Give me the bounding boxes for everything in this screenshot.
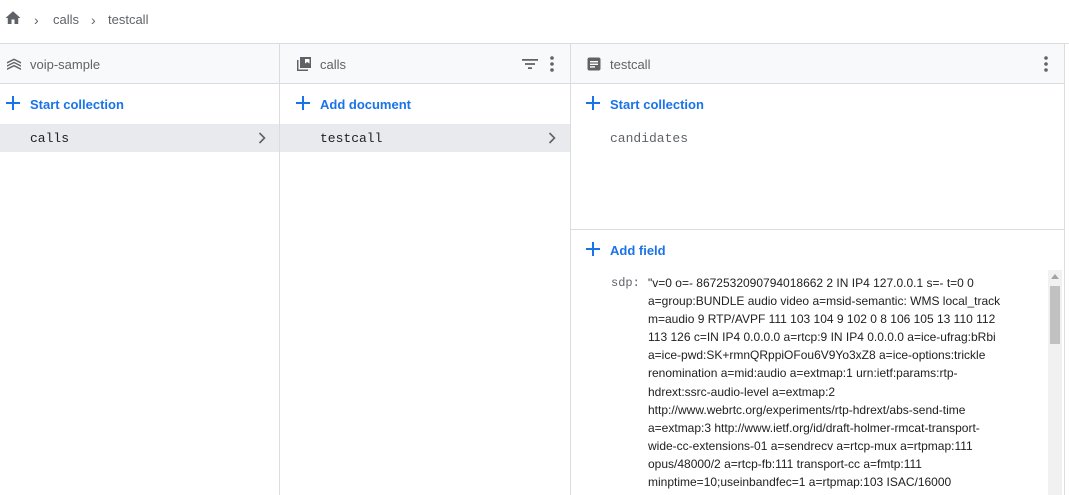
scrollbar-thumb[interactable] [1050,286,1060,344]
document-panel: testcall Start collection candidates Add… [571,44,1065,495]
field-value-line: opus/48000/2 a=rtcp-fb:111 transport-cc … [648,456,922,471]
add-field-button[interactable]: Add field [571,230,1064,270]
vertical-scrollbar[interactable] [1048,270,1062,495]
breadcrumb-item-testcall[interactable]: testcall [108,12,148,27]
chevron-right-icon [258,132,266,144]
chevron-right-icon [548,132,556,144]
list-item-calls[interactable]: calls [0,124,279,152]
subcollection-label: candidates [610,131,689,146]
collection-panel-header: calls [280,44,570,84]
plus-icon [586,242,600,256]
field-value-line: 113 126 c=IN IP4 0.0.0.0 a=rtcp:9 IN IP4… [648,330,996,345]
start-collection-button[interactable]: Start collection [571,84,1064,124]
breadcrumb-item-calls[interactable]: calls [53,12,79,27]
plus-icon [296,96,310,110]
list-item-label: calls [30,131,70,146]
field-value-line: minptime=10;useinbandfec=1 a=rtpmap:103 … [648,475,952,490]
start-collection-label: Start collection [30,97,124,112]
home-icon[interactable] [4,9,22,27]
field-value-line: wide-cc-extensions-01 a=sendrecv a=rtcp-… [648,438,973,453]
field-value-line: hdrext:ssrc-audio-level a=extmap:2 [648,384,836,399]
field-value-line: a=ice-pwd:SK+rmnQRppiOFou6V9Yo3xZ8 a=ice… [648,348,986,363]
root-panel-header: voip-sample [0,44,279,84]
add-document-button[interactable]: Add document [280,84,570,124]
field-value-line: a=group:BUNDLE audio video a=msid-semant… [648,294,1001,309]
plus-icon [586,96,600,110]
field-key-sdp: sdp: [611,276,640,290]
add-document-label: Add document [320,97,411,112]
breadcrumb: › calls › testcall [0,0,1069,44]
field-value-line: m=audio 9 RTP/AVPF 111 103 104 9 102 0 8… [648,312,996,327]
start-collection-button[interactable]: Start collection [0,84,279,124]
field-value-sdp[interactable]: "v=0 o=- 8672532090794018662 2 IN IP4 12… [648,274,1020,491]
field-value-line: "v=0 o=- 8672532090794018662 2 IN IP4 12… [648,276,974,290]
document-panel-header: testcall [571,44,1064,84]
more-vert-icon[interactable] [1036,54,1056,74]
more-vert-icon[interactable] [542,54,562,74]
document-icon [587,57,601,71]
document-panel-title: testcall [610,57,651,72]
collection-icon [297,57,311,71]
field-value-line: renomination a=mid:audio a=extmap:1 urn:… [648,366,958,381]
list-item-testcall[interactable]: testcall [280,124,570,152]
field-value-line: http://www.webrtc.org/experiments/rtp-hd… [648,402,966,417]
start-collection-label: Start collection [610,97,704,112]
firestore-db-icon [7,58,21,70]
plus-icon [6,96,20,110]
chevron-right-icon: › [91,12,96,28]
collection-panel: calls Add document testcall [280,44,571,495]
scroll-up-arrow-icon[interactable] [1051,273,1059,279]
subcollection-item-candidates[interactable]: candidates [571,124,1064,152]
root-panel-title: voip-sample [30,57,101,72]
filter-icon[interactable] [520,54,540,74]
chevron-right-icon: › [34,12,39,28]
root-panel: voip-sample Start collection calls [0,44,280,495]
list-item-label: testcall [320,131,383,146]
field-value-line: a=extmap:3 http://www.ietf.org/id/draft-… [648,420,980,435]
collection-panel-title: calls [320,57,347,72]
add-field-label: Add field [610,243,666,258]
